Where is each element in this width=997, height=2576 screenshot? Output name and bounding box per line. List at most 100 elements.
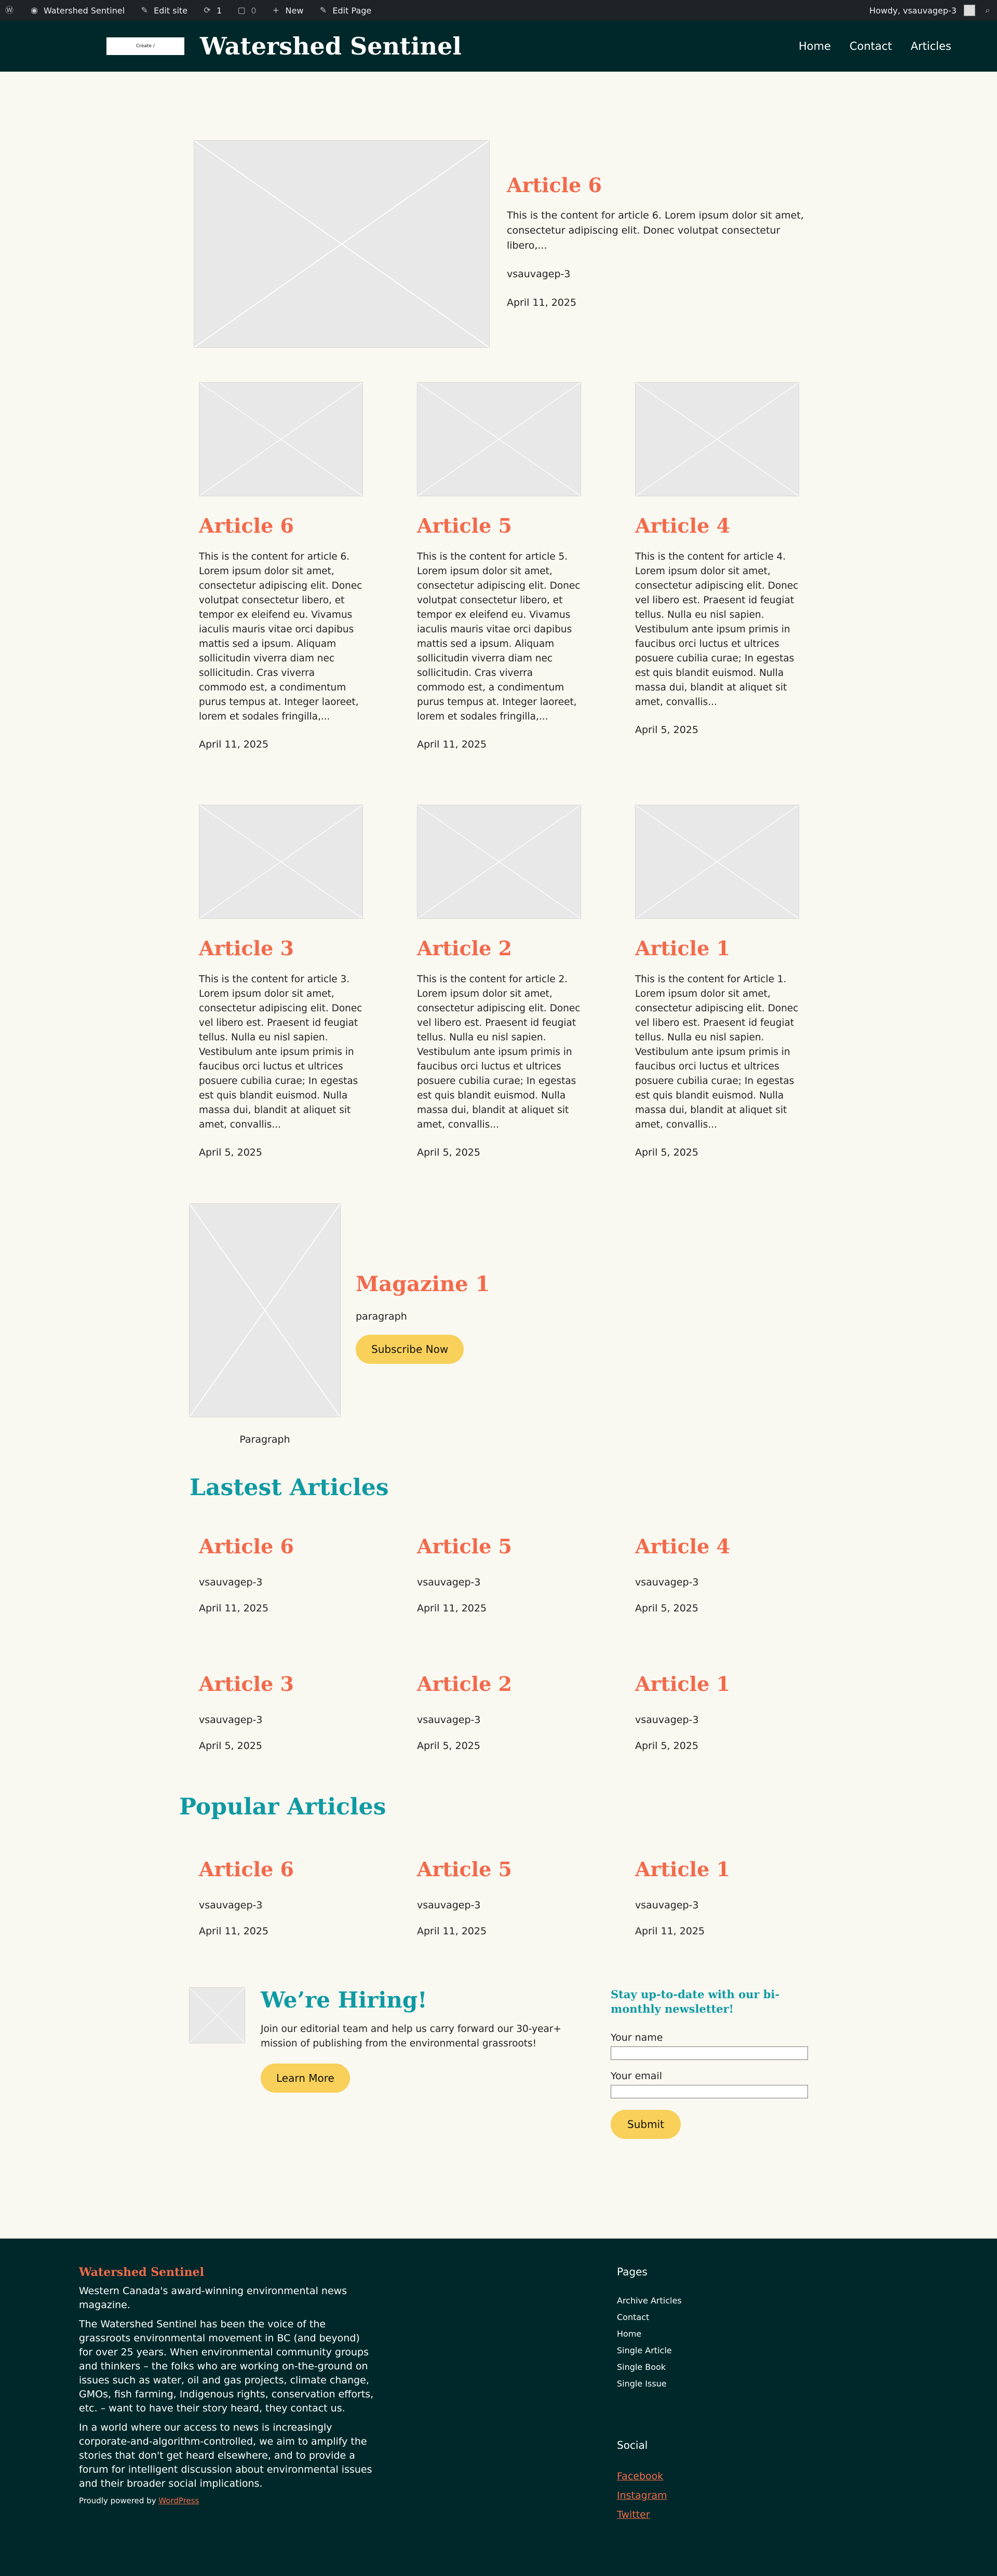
admin-site-label: Watershed Sentinel (44, 5, 125, 16)
latest-article-item: Article 2 vsauvagep-3 April 5, 2025 (417, 1672, 581, 1752)
article-image-placeholder[interactable] (635, 382, 799, 496)
email-input[interactable] (611, 2085, 808, 2098)
comments-link[interactable]: ▢ 0 (236, 5, 257, 16)
edit-site-label: Edit site (154, 5, 188, 16)
latest-article-date: April 5, 2025 (635, 1603, 698, 1614)
popular-article-title[interactable]: Article 5 (417, 1858, 581, 1881)
article-excerpt: This is the content for article 5. Lorem… (417, 551, 581, 722)
facebook-link[interactable]: Facebook (617, 2471, 663, 2482)
popular-article-author: vsauvagep-3 (199, 1900, 263, 1911)
nav-articles[interactable]: Articles (911, 40, 951, 52)
popular-article-author: vsauvagep-3 (635, 1900, 699, 1911)
comments-count: 0 (251, 5, 257, 16)
footer-page-link[interactable]: Contact (617, 2309, 773, 2326)
latest-article-author: vsauvagep-3 (635, 1577, 699, 1588)
featured-title[interactable]: Article 6 (507, 173, 808, 197)
article-title[interactable]: Article 5 (417, 514, 581, 537)
featured-image-placeholder[interactable] (194, 140, 490, 348)
edit-site-link[interactable]: ✎ Edit site (139, 5, 187, 16)
footer-social-list: Facebook Instagram Twitter (617, 2467, 773, 2525)
new-content-link[interactable]: + New (271, 5, 304, 16)
wordpress-logo-button[interactable]: Ⓦ (4, 5, 15, 16)
page-content: Article 6 This is the content for articl… (0, 72, 997, 2576)
article-image-placeholder[interactable] (199, 805, 363, 919)
submit-button[interactable]: Submit (611, 2110, 681, 2139)
latest-article-title[interactable]: Article 6 (199, 1535, 363, 1558)
nav-home[interactable]: Home (799, 40, 831, 52)
article-excerpt: This is the content for Article 1. Lorem… (635, 974, 799, 1130)
latest-article-title[interactable]: Article 4 (635, 1535, 799, 1558)
site-footer: Watershed Sentinel Western Canada's awar… (0, 2239, 997, 2576)
powered-by: Proudly powered by WordPress (79, 2496, 375, 2505)
nav-contact[interactable]: Contact (850, 40, 892, 52)
latest-article-title[interactable]: Article 2 (417, 1672, 581, 1696)
article-title[interactable]: Article 6 (199, 514, 363, 537)
article-excerpt: This is the content for article 6. Lorem… (199, 551, 362, 722)
main-nav: Home Contact Articles (799, 40, 951, 52)
footer-about: The Watershed Sentinel has been the voic… (79, 2319, 374, 2414)
latest-article-author: vsauvagep-3 (635, 1714, 699, 1726)
subscribe-now-button[interactable]: Subscribe Now (356, 1335, 464, 1364)
article-title[interactable]: Article 4 (635, 514, 799, 537)
article-image-placeholder[interactable] (417, 382, 581, 496)
wordpress-link[interactable]: WordPress (158, 2496, 199, 2505)
magazine-title[interactable]: Magazine 1 (356, 1272, 615, 1296)
learn-more-button[interactable]: Learn More (261, 2064, 350, 2093)
article-excerpt: This is the content for article 2. Lorem… (417, 974, 581, 1130)
pencil-icon: ✎ (141, 5, 148, 15)
edit-page-link[interactable]: ✎ Edit Page (318, 5, 372, 16)
popular-article-date: April 11, 2025 (635, 1926, 705, 1937)
avatar[interactable] (964, 5, 975, 16)
footer-social-heading: Social (617, 2439, 648, 2451)
howdy-account-link[interactable]: Howdy, vsauvagep-3 (869, 6, 956, 16)
footer-mission: In a world where our access to news is i… (79, 2422, 372, 2489)
admin-bar: Ⓦ ◉ Watershed Sentinel ✎ Edit site ⟳ 1 ▢… (0, 0, 997, 21)
footer-pages-list: Archive Articles Contact Home Single Art… (617, 2293, 773, 2392)
latest-article-date: April 5, 2025 (635, 1740, 698, 1752)
plus-icon: + (272, 5, 280, 15)
newsletter-title: Stay up-to-date with our bi-monthly news… (611, 1988, 780, 2015)
article-title[interactable]: Article 2 (417, 937, 581, 960)
footer-page-link[interactable]: Single Issue (617, 2376, 773, 2392)
footer-page-link[interactable]: Single Article (617, 2342, 773, 2359)
footer-page-link[interactable]: Archive Articles (617, 2293, 773, 2309)
latest-article-date: April 11, 2025 (199, 1603, 269, 1614)
popular-article-title[interactable]: Article 6 (199, 1858, 363, 1881)
article-title[interactable]: Article 1 (635, 937, 799, 960)
hiring-text: Join our editorial team and help us carr… (261, 2024, 561, 2049)
popular-article-title[interactable]: Article 1 (635, 1858, 799, 1881)
magazine-cover-placeholder[interactable] (189, 1203, 341, 1417)
latest-article-title[interactable]: Article 3 (199, 1672, 363, 1696)
site-title[interactable]: Watershed Sentinel (200, 32, 462, 60)
latest-article-item: Article 5 vsauvagep-3 April 11, 2025 (417, 1535, 581, 1614)
site-header: Create / Watershed Sentinel Home Contact… (0, 21, 997, 72)
latest-article-item: Article 4 vsauvagep-3 April 5, 2025 (635, 1535, 799, 1614)
article-image-placeholder[interactable] (417, 805, 581, 919)
site-logo[interactable]: Create / (106, 37, 184, 55)
footer-brand: Watershed Sentinel (79, 2266, 204, 2279)
updates-link[interactable]: ⟳ 1 (202, 5, 222, 16)
latest-article-author: vsauvagep-3 (417, 1577, 481, 1588)
magazine-info: Magazine 1 paragraph Subscribe Now (356, 1272, 615, 1364)
instagram-link[interactable]: Instagram (617, 2490, 667, 2501)
hiring-image-placeholder[interactable] (189, 1987, 245, 2043)
footer-tagline: Western Canada's award-winning environme… (79, 2285, 347, 2311)
search-icon[interactable]: ⌕ (982, 5, 993, 16)
article-card: Article 2 This is the content for articl… (417, 805, 581, 1158)
featured-excerpt: This is the content for article 6. Lorem… (507, 210, 804, 251)
footer-page-link[interactable]: Home (617, 2326, 773, 2342)
article-title[interactable]: Article 3 (199, 937, 363, 960)
article-image-placeholder[interactable] (199, 382, 363, 496)
magazine-text: paragraph (356, 1311, 407, 1322)
latest-article-title[interactable]: Article 5 (417, 1535, 581, 1558)
article-card: Article 4 This is the content for articl… (635, 382, 799, 736)
article-date: April 5, 2025 (635, 724, 698, 736)
admin-site-link[interactable]: ◉ Watershed Sentinel (29, 5, 125, 16)
article-date: April 5, 2025 (635, 1147, 698, 1158)
article-image-placeholder[interactable] (635, 805, 799, 919)
name-input[interactable] (611, 2046, 808, 2060)
latest-article-title[interactable]: Article 1 (635, 1672, 799, 1696)
footer-pages-heading: Pages (617, 2266, 648, 2278)
footer-page-link[interactable]: Single Book (617, 2359, 773, 2376)
twitter-link[interactable]: Twitter (617, 2509, 650, 2520)
